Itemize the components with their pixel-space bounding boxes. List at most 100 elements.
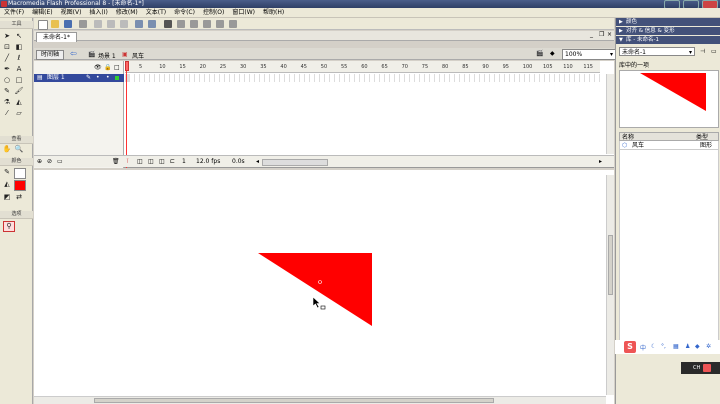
copy-icon[interactable] <box>107 20 115 28</box>
scene-breadcrumb[interactable]: 场景 1 <box>98 51 116 60</box>
eye-icon[interactable]: 👁 <box>94 64 102 71</box>
brush-tool-icon[interactable]: 🖌 <box>14 87 24 96</box>
ink-bottle-icon[interactable]: ⚗ <box>2 98 12 107</box>
ime-punct-icon[interactable]: °, <box>661 343 666 350</box>
stage-canvas[interactable] <box>34 170 606 396</box>
zoom-tool-icon[interactable]: 🔍 <box>14 145 24 154</box>
menu-window[interactable]: 窗口(W) <box>228 8 259 18</box>
library-item-name[interactable]: 风车 <box>632 141 644 150</box>
doc-restore-icon[interactable]: ❐ <box>599 31 604 38</box>
layer-name[interactable]: 图层 1 <box>47 74 65 82</box>
redo-icon[interactable] <box>148 20 156 28</box>
paint-bucket-icon[interactable]: ◭ <box>14 98 24 107</box>
new-library-icon[interactable]: ▭ <box>711 48 717 55</box>
library-list-area[interactable] <box>619 150 719 350</box>
fill-transform-icon[interactable]: ◧ <box>14 43 24 52</box>
line-tool-icon[interactable]: ╱ <box>2 54 12 63</box>
playhead[interactable] <box>125 61 129 168</box>
timeline-hscroll[interactable] <box>262 159 328 166</box>
red-triangle-shape[interactable] <box>258 253 372 326</box>
stage-vscroll-thumb[interactable] <box>608 235 613 295</box>
lasso-tool-icon[interactable]: ℓ <box>14 54 24 63</box>
fill-color-icon[interactable]: ◭ <box>2 180 12 189</box>
sogou-ime-icon[interactable]: S <box>624 341 636 353</box>
ime-tools-icon[interactable]: ✲ <box>706 343 711 350</box>
layer-outline-color[interactable] <box>115 76 119 80</box>
stage-hscroll-thumb[interactable] <box>94 398 494 403</box>
doc-close-icon[interactable]: × <box>607 31 612 38</box>
symbol-breadcrumb[interactable]: 风车 <box>132 51 144 60</box>
back-arrow-icon[interactable]: ⇦ <box>70 49 77 58</box>
menu-modify[interactable]: 修改(M) <box>112 8 142 18</box>
align-icon[interactable] <box>229 20 237 28</box>
black-white-icon[interactable]: ◩ <box>2 193 12 202</box>
ime-user-icon[interactable]: ♟ <box>685 343 690 350</box>
snap-to-objects-icon[interactable]: ⚲ <box>3 221 15 232</box>
paste-icon[interactable] <box>120 20 128 28</box>
swap-colors-icon[interactable]: ⇄ <box>14 193 24 202</box>
menu-control[interactable]: 控制(O) <box>199 8 228 18</box>
library-panel-header[interactable]: ▼ 库 - 未命名-1 <box>616 36 720 44</box>
open-folder-icon[interactable] <box>51 20 59 28</box>
selection-tool-icon[interactable]: ➤ <box>2 32 12 41</box>
lock-icon[interactable]: 🔒 <box>104 64 111 71</box>
onion-outline-icon[interactable]: ◫ <box>148 156 154 168</box>
free-transform-icon[interactable]: ⊡ <box>2 43 12 52</box>
edit-scene-icon[interactable]: 🎬 <box>536 50 543 57</box>
menu-file[interactable]: 文件(F) <box>0 8 28 18</box>
library-select[interactable]: 未命名-1 ▾ <box>619 47 695 56</box>
ime-moon-icon[interactable]: ☾ <box>651 343 656 350</box>
stage-hscroll[interactable] <box>34 396 606 404</box>
pen-tool-icon[interactable]: ✒ <box>2 65 12 74</box>
align-panel-header[interactable]: ▶ 对齐 & 信息 & 变形 <box>616 27 720 35</box>
scroll-right-icon[interactable]: ▸ <box>599 156 602 168</box>
oval-tool-icon[interactable]: ○ <box>2 76 12 85</box>
stroke-color-icon[interactable]: ✎ <box>2 168 12 177</box>
library-item-row[interactable]: ⬡ 风车 图形 <box>619 141 719 150</box>
onion-skin-icon[interactable]: ◫ <box>137 156 143 168</box>
menu-edit[interactable]: 编辑(E) <box>28 8 56 18</box>
edit-multiple-icon[interactable]: ◫ <box>159 156 165 168</box>
subselection-tool-icon[interactable]: ↖ <box>14 32 24 41</box>
snap-magnet-icon[interactable] <box>164 20 172 28</box>
stage-vscroll[interactable] <box>606 175 614 395</box>
ime-skin-icon[interactable]: ◆ <box>695 343 700 350</box>
ime-keyboard-icon[interactable]: ▦ <box>673 343 679 350</box>
stage[interactable] <box>34 170 614 404</box>
timeline-vscroll[interactable] <box>606 74 614 154</box>
ime-chinese-icon[interactable]: 中 <box>640 343 646 352</box>
text-tool-icon[interactable]: A <box>14 65 24 74</box>
add-guide-icon[interactable]: ⊘ <box>47 156 52 168</box>
frame-ruler[interactable]: 5 10 15 20 25 30 35 40 45 50 55 60 65 70 75 80 85 90 95 100… <box>125 61 600 73</box>
doc-minimize-icon[interactable]: _ <box>590 31 593 38</box>
center-frame-icon[interactable]: ⊺ <box>126 156 129 168</box>
zoom-select[interactable]: 100% ▾ <box>562 49 616 60</box>
edit-symbol-icon[interactable]: ◆ <box>550 50 555 57</box>
layer-lock-dot[interactable]: • <box>106 74 110 82</box>
delete-layer-icon[interactable]: 🗑 <box>112 156 120 168</box>
save-icon[interactable] <box>64 20 72 28</box>
insert-layer-icon[interactable]: ⊕ <box>37 156 42 168</box>
new-file-icon[interactable] <box>38 20 48 30</box>
eyedropper-icon[interactable]: ⁄ <box>2 109 12 118</box>
rotate-icon[interactable] <box>203 20 211 28</box>
menu-view[interactable]: 视图(V) <box>57 8 86 18</box>
language-indicator[interactable]: CH <box>681 362 720 374</box>
rectangle-tool-icon[interactable]: □ <box>14 76 24 85</box>
layer-row[interactable]: ▤ 图层 1 ✎ • • <box>34 74 124 82</box>
menu-commands[interactable]: 命令(C) <box>170 8 199 18</box>
menu-text[interactable]: 文本(T) <box>142 8 170 18</box>
hand-tool-icon[interactable]: ✋ <box>2 145 12 154</box>
scale-icon[interactable] <box>216 20 224 28</box>
outline-icon[interactable]: □ <box>114 64 120 71</box>
undo-icon[interactable] <box>135 20 143 28</box>
fill-color-swatch[interactable] <box>14 180 26 191</box>
onion-markers-icon[interactable]: ⊏ <box>170 156 175 168</box>
cut-icon[interactable] <box>94 20 102 28</box>
timeline-toggle-button[interactable]: 时间轴 <box>36 50 65 60</box>
color-panel-header[interactable]: ▶ 颜色 <box>616 18 720 26</box>
pin-icon[interactable]: ⊣ <box>700 48 705 55</box>
frame-rate[interactable]: 12.0 fps <box>196 156 220 168</box>
menu-help[interactable]: 帮助(H) <box>259 8 288 18</box>
straighten-icon[interactable] <box>190 20 198 28</box>
